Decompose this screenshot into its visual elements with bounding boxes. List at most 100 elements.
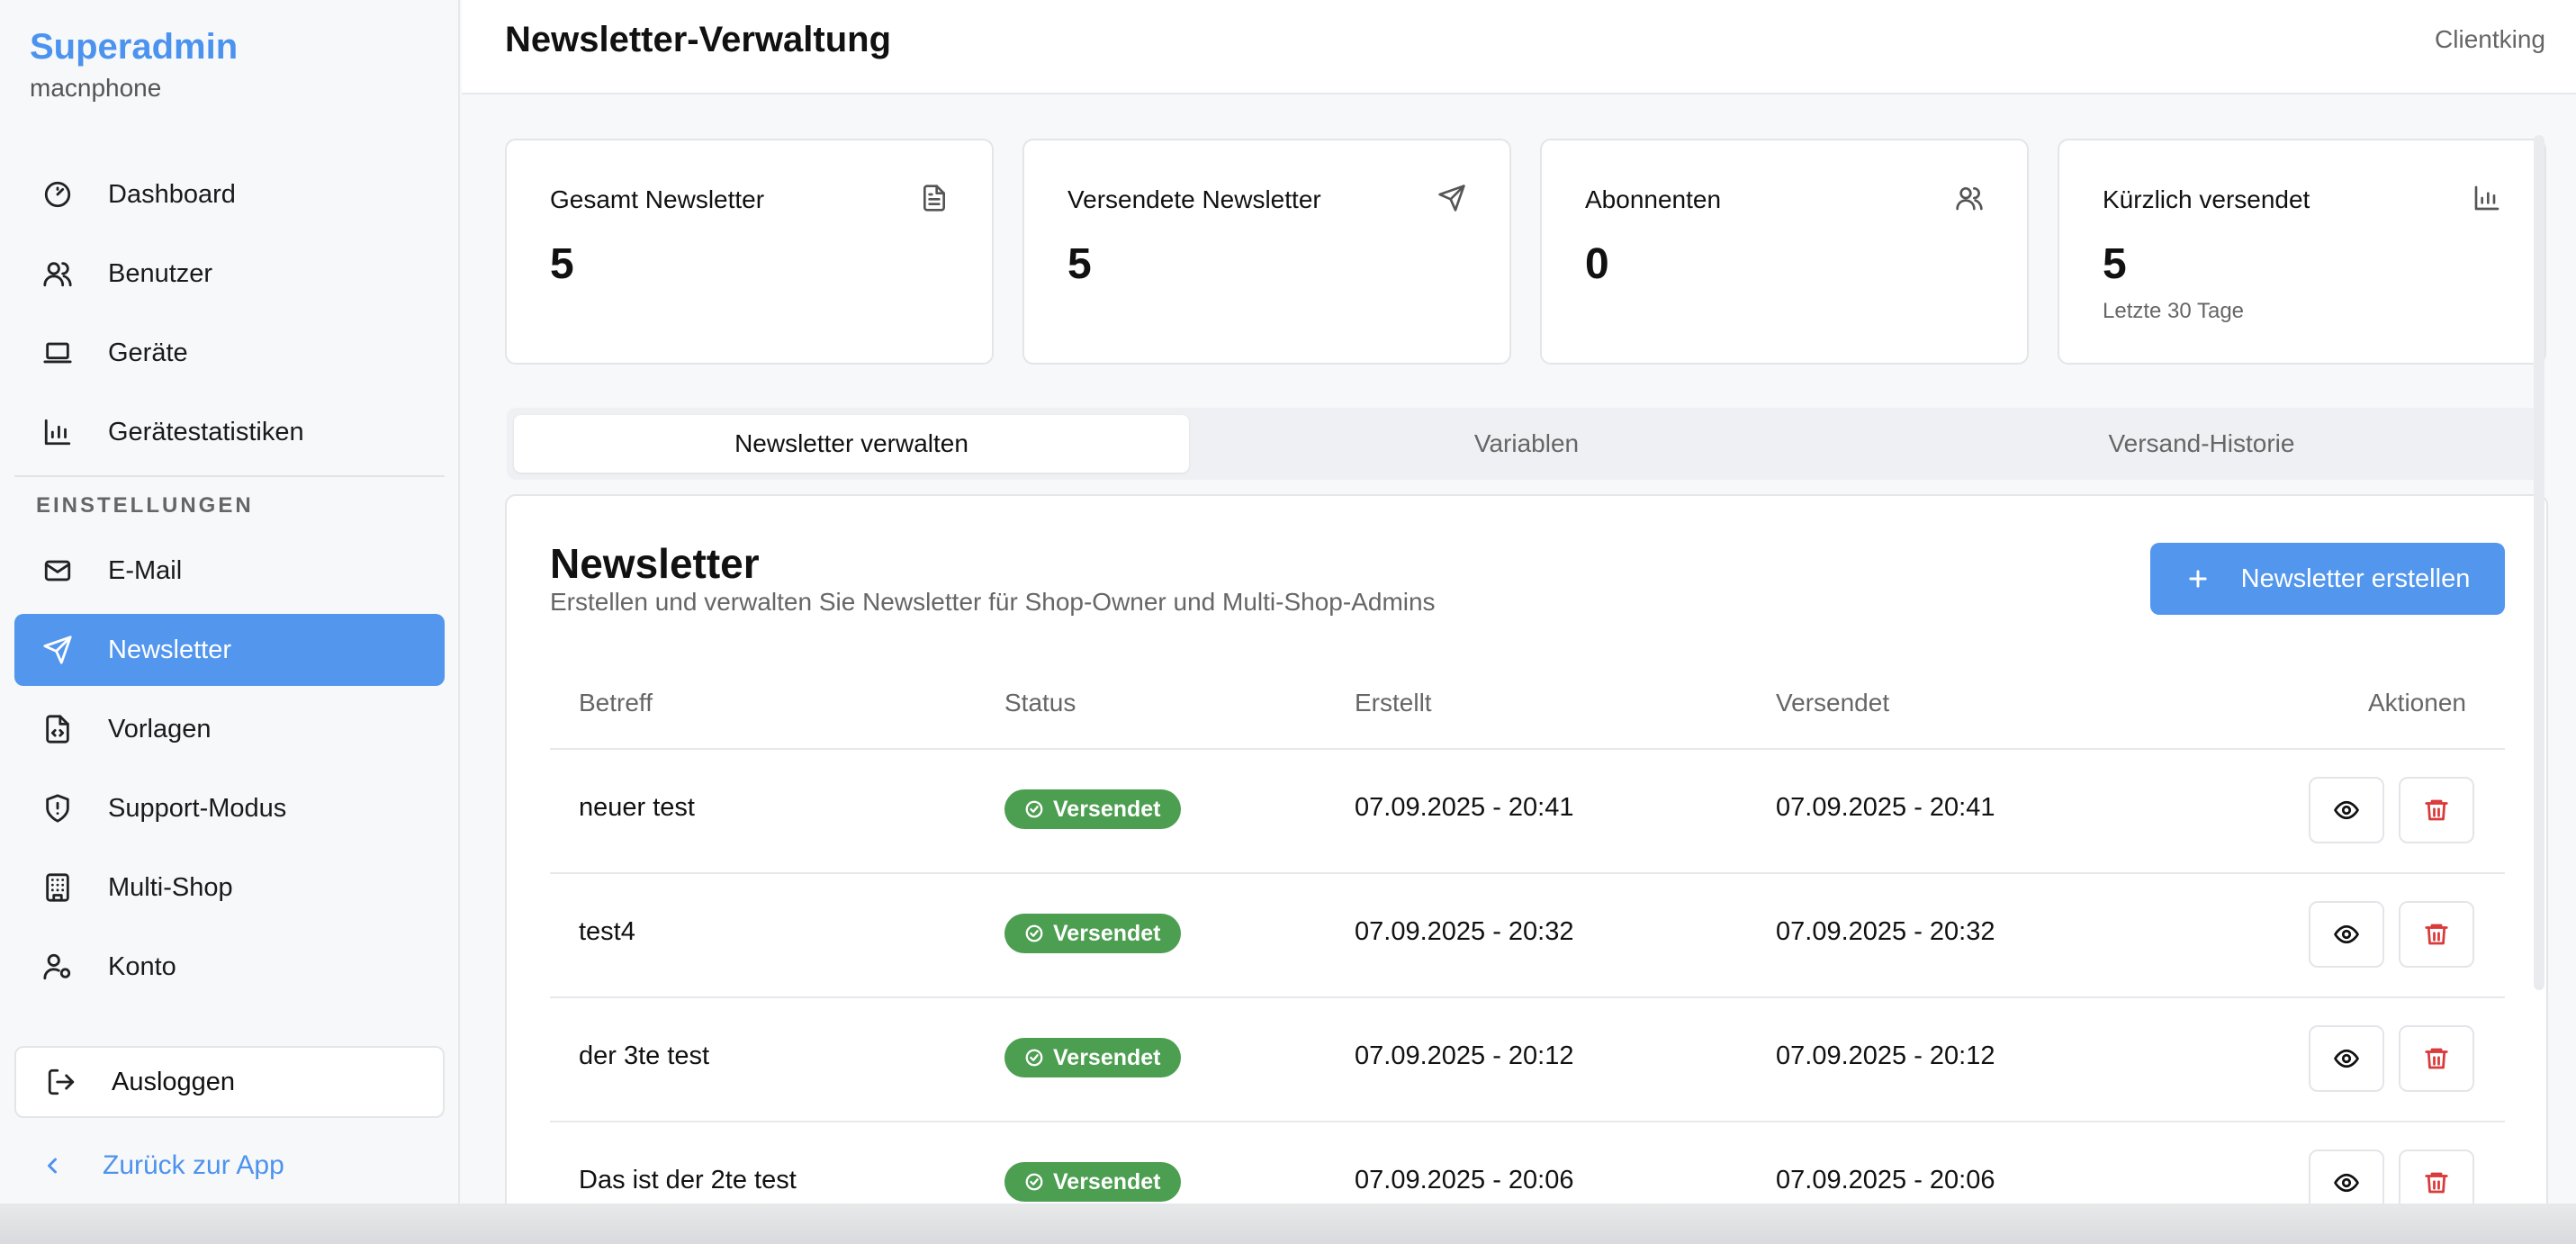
stat-label: Abonnenten	[1585, 185, 1722, 213]
tab-bar: Newsletter verwalten Variablen Versand-H…	[507, 408, 2541, 480]
window-bottom-edge	[0, 1203, 2576, 1244]
stat-card-total: Gesamt Newsletter 5	[505, 139, 994, 365]
sidebar-item-geraete[interactable]: Geräte	[14, 317, 445, 389]
column-header-aktionen: Aktionen	[2368, 689, 2466, 717]
sidebar-item-label: Multi-Shop	[108, 872, 233, 902]
page-header: Newsletter-Verwaltung Clientking	[462, 0, 2576, 95]
eye-icon	[2334, 924, 2359, 944]
sidebar-item-label: Geräte	[108, 338, 188, 367]
view-button[interactable]	[2309, 1149, 2384, 1203]
table-row: neuer test Versendet 07.09.2025 - 20:41 …	[550, 748, 2505, 872]
sent-cell: 07.09.2025 - 20:06	[1776, 1166, 1995, 1194]
sidebar: Superadmin macnphone Dashboard Benutzer …	[0, 0, 460, 1244]
sidebar-item-vorlagen[interactable]: Vorlagen	[14, 693, 445, 765]
table-row: test4 Versendet 07.09.2025 - 20:32 07.09…	[550, 872, 2505, 996]
user-cog-icon	[40, 949, 76, 985]
stat-label: Gesamt Newsletter	[550, 185, 765, 213]
sidebar-item-label: Gerätestatistiken	[108, 417, 304, 446]
file-text-icon	[920, 184, 949, 212]
shield-icon	[40, 790, 76, 826]
created-cell: 07.09.2025 - 20:32	[1355, 917, 1574, 946]
trash-icon	[2425, 924, 2448, 945]
trash-icon	[2425, 799, 2448, 821]
delete-button[interactable]	[2399, 1149, 2474, 1203]
panel-title: Newsletter	[550, 540, 760, 587]
brand-subtitle: macnphone	[30, 74, 162, 102]
send-icon	[1437, 184, 1466, 212]
building-icon	[40, 870, 76, 906]
bar-chart-icon	[40, 414, 76, 450]
subject-cell: neuer test	[579, 793, 695, 822]
gauge-icon	[40, 176, 76, 212]
trash-icon	[2425, 1172, 2448, 1194]
back-to-app-label: Zurück zur App	[103, 1150, 284, 1180]
view-button[interactable]	[2309, 1025, 2384, 1092]
delete-button[interactable]	[2399, 1025, 2474, 1092]
newsletter-panel: Newsletter Erstellen und verwalten Sie N…	[505, 494, 2548, 1203]
check-circle-icon	[1025, 1049, 1043, 1067]
sidebar-divider	[14, 475, 445, 477]
users-icon	[1955, 184, 1984, 212]
view-button[interactable]	[2309, 777, 2384, 843]
stat-value: 5	[550, 240, 574, 288]
sidebar-item-newsletter[interactable]: Newsletter	[14, 614, 445, 686]
sidebar-item-label: Newsletter	[108, 635, 231, 664]
sidebar-item-multi-shop[interactable]: Multi-Shop	[14, 852, 445, 924]
sidebar-item-email[interactable]: E-Mail	[14, 535, 445, 607]
plus-icon	[2189, 570, 2207, 588]
logout-label: Ausloggen	[112, 1067, 236, 1096]
stat-card-recent: Kürzlich versendet 5 Letzte 30 Tage	[2058, 139, 2546, 365]
status-badge: Versendet	[1004, 914, 1181, 953]
tab-newsletter-verwalten[interactable]: Newsletter verwalten	[514, 415, 1189, 473]
sidebar-item-benutzer[interactable]: Benutzer	[14, 238, 445, 310]
chevron-left-icon	[48, 1158, 57, 1174]
header-user: Clientking	[2435, 25, 2545, 53]
stat-label: Versendete Newsletter	[1067, 185, 1321, 213]
main-content: Gesamt Newsletter 5 Versendete Newslette…	[462, 96, 2576, 1203]
scrollbar[interactable]	[2534, 135, 2544, 990]
sidebar-item-label: Support-Modus	[108, 793, 287, 823]
stat-card-subscribers: Abonnenten 0	[1540, 139, 2029, 365]
tab-versand-historie[interactable]: Versand-Historie	[1864, 415, 2539, 473]
send-icon	[40, 632, 76, 668]
sidebar-item-geraetestatistiken[interactable]: Gerätestatistiken	[14, 396, 445, 468]
create-newsletter-label: Newsletter erstellen	[2240, 563, 2471, 593]
created-cell: 07.09.2025 - 20:41	[1355, 793, 1574, 822]
column-header-erstellt: Erstellt	[1355, 689, 1432, 717]
section-label: EINSTELLUNGEN	[36, 493, 254, 518]
sidebar-item-label: Konto	[108, 951, 176, 981]
sidebar-item-support-modus[interactable]: Support-Modus	[14, 772, 445, 844]
delete-button[interactable]	[2399, 777, 2474, 843]
table-row: der 3te test Versendet 07.09.2025 - 20:1…	[550, 996, 2505, 1121]
create-newsletter-button[interactable]: Newsletter erstellen	[2150, 543, 2505, 615]
tab-variablen[interactable]: Variablen	[1189, 415, 1864, 473]
sent-cell: 07.09.2025 - 20:41	[1776, 793, 1995, 822]
sidebar-item-dashboard[interactable]: Dashboard	[14, 158, 445, 230]
created-cell: 07.09.2025 - 20:06	[1355, 1166, 1574, 1194]
created-cell: 07.09.2025 - 20:12	[1355, 1041, 1574, 1070]
eye-icon	[2334, 1173, 2359, 1193]
back-to-app-link[interactable]: Zurück zur App	[40, 1150, 284, 1181]
mail-icon	[40, 553, 76, 589]
logout-button[interactable]: Ausloggen	[14, 1046, 445, 1118]
status-badge: Versendet	[1004, 1162, 1181, 1202]
subject-cell: Das ist der 2te test	[579, 1166, 797, 1194]
subject-cell: der 3te test	[579, 1041, 710, 1070]
users-icon	[40, 256, 76, 292]
sent-cell: 07.09.2025 - 20:32	[1776, 917, 1995, 946]
sidebar-item-konto[interactable]: Konto	[14, 931, 445, 1003]
stat-sub: Letzte 30 Tage	[2103, 299, 2245, 323]
status-badge: Versendet	[1004, 1038, 1181, 1077]
stat-label: Kürzlich versendet	[2103, 185, 2310, 213]
stat-value: 5	[1067, 240, 1092, 288]
stat-value: 5	[2103, 240, 2127, 288]
check-circle-icon	[1025, 800, 1043, 818]
stat-value: 0	[1585, 240, 1609, 288]
delete-button[interactable]	[2399, 901, 2474, 968]
column-header-versendet: Versendet	[1776, 689, 1890, 717]
status-badge: Versendet	[1004, 789, 1181, 829]
stat-card-sent: Versendete Newsletter 5	[1022, 139, 1511, 365]
panel-subtitle: Erstellen und verwalten Sie Newsletter f…	[550, 588, 1436, 616]
laptop-icon	[40, 335, 76, 371]
view-button[interactable]	[2309, 901, 2384, 968]
